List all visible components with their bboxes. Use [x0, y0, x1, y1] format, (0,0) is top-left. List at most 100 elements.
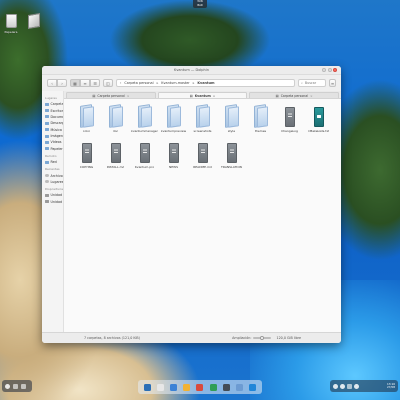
sidebar-item-label: Vídeos	[50, 140, 62, 145]
back-button[interactable]: ‹	[47, 79, 57, 87]
sidebar-section-title: Lugares	[45, 96, 57, 100]
sidebar-item-label: Documentos	[50, 114, 64, 119]
dock-app-icon[interactable]	[235, 383, 243, 391]
sidebar-item-label: Unidad interna de 180...	[50, 199, 64, 204]
clock[interactable]: 13:16 27/08	[387, 382, 395, 389]
titlebar[interactable]: Kvantum — Dolphin	[42, 66, 341, 75]
tab-close-icon[interactable]: ×	[310, 94, 313, 98]
tab-close-icon[interactable]: ×	[127, 94, 130, 98]
breadcrumb-home-icon: ‹	[120, 81, 122, 85]
status-bar: 7 carpetas, 8 archivos (121,0 KiB) Ampli…	[42, 332, 341, 343]
breadcrumb[interactable]: ‹ Carpeta personal ▸ Kvantum-master ▸ Kv…	[116, 79, 295, 87]
folder-icon	[224, 104, 239, 128]
close-button[interactable]	[333, 68, 337, 72]
file-name: screenshots	[193, 129, 212, 133]
minimize-button[interactable]	[322, 68, 326, 72]
file-item[interactable]: Kvantum.pro	[130, 141, 159, 177]
clipboard-icon[interactable]	[347, 383, 352, 389]
text-file-icon	[226, 143, 237, 163]
folder-icon	[79, 104, 94, 128]
folder-item[interactable]: themes	[246, 104, 275, 141]
file-item[interactable]: COPYING	[72, 141, 101, 177]
drive-icon	[45, 193, 49, 197]
sidebar-section-title: Dispositivos	[45, 187, 64, 192]
zoom-slider-knob[interactable]	[259, 335, 264, 340]
text-file-icon	[110, 143, 121, 163]
breadcrumb-item[interactable]: Kvantum	[197, 81, 214, 85]
maximize-button[interactable]	[327, 68, 332, 72]
folder-icon	[166, 104, 181, 128]
notifications-icon[interactable]	[354, 383, 359, 389]
window-controls	[322, 68, 337, 72]
folder-icon	[137, 104, 152, 128]
dock-app-icon[interactable]	[170, 383, 178, 391]
file-name: TRANSLATION	[221, 165, 242, 169]
folder-item[interactable]: color	[72, 104, 101, 141]
details-view-button[interactable]: ☰	[90, 79, 100, 87]
package-icon	[28, 12, 40, 30]
dock-app-icon[interactable]	[209, 383, 217, 391]
dock-app-icon[interactable]	[144, 383, 152, 391]
file-name: README.md	[193, 165, 212, 169]
tab-folder-icon: ▤	[189, 93, 193, 98]
zoom-slider[interactable]	[253, 335, 272, 340]
app-launcher-icon[interactable]	[5, 383, 10, 389]
dock-app-icon[interactable]	[248, 383, 256, 391]
folder-item[interactable]: style	[217, 104, 246, 141]
tab[interactable]: ▤ Carpeta personal ×	[66, 92, 156, 98]
dock-app-icon[interactable]	[183, 383, 191, 391]
sidebar-item-label: Red	[50, 160, 57, 165]
window-title: Kvantum — Dolphin	[174, 68, 209, 72]
task-switcher-icon[interactable]	[21, 383, 26, 389]
sidebar-item-label: Archivos recientes	[50, 173, 64, 178]
file-item[interactable]: NEWS	[159, 141, 188, 177]
folder-item[interactable]: screenshots	[188, 104, 217, 141]
icons-view-button[interactable]: ▦	[70, 79, 80, 87]
sidebar-item[interactable]: Unidad interna de 180...	[42, 199, 63, 205]
text-file-icon	[139, 143, 150, 163]
dock-app-icon[interactable]	[157, 383, 165, 391]
search-input[interactable]: ⌕ Buscar	[298, 79, 326, 87]
desktop-package-icon[interactable]	[28, 12, 40, 30]
clock-icon	[45, 180, 49, 184]
left-panel	[2, 380, 32, 392]
dock-app-icon[interactable]	[222, 383, 230, 391]
breadcrumb-item[interactable]: Carpeta personal	[124, 81, 153, 85]
forward-button[interactable]: ›	[57, 79, 67, 87]
folder-item[interactable]: kvantumpreview	[159, 104, 188, 141]
tab[interactable]: ▤ Kvantum ×	[157, 92, 248, 98]
dock	[138, 380, 262, 394]
folder-icon	[45, 134, 49, 138]
folder-item[interactable]: doc	[101, 104, 130, 141]
file-item[interactable]: ChangeLog	[275, 105, 304, 141]
breadcrumb-item[interactable]: Kvantum-master	[161, 81, 189, 85]
hamburger-menu-button[interactable]: ≡	[329, 79, 336, 87]
desktop-pager-icon[interactable]	[13, 383, 18, 389]
sidebar-item-label: Escritorio	[50, 108, 64, 113]
zoom-label: Ampliación:	[232, 336, 252, 340]
folder-item[interactable]: kvantummanager	[130, 104, 159, 141]
file-item[interactable]: README.md	[188, 141, 217, 177]
folder-icon	[195, 104, 210, 128]
folder-icon	[45, 128, 49, 132]
tab[interactable]: ▤ Carpeta personal ×	[249, 92, 340, 98]
volume-icon[interactable]	[340, 383, 345, 389]
network-icon[interactable]	[333, 383, 338, 389]
dock-app-icon[interactable]	[196, 383, 204, 391]
desktop-trash-icon[interactable]: Papelera	[4, 14, 18, 34]
file-name: kvantumpreview	[160, 129, 187, 133]
file-item[interactable]: INSTALL.md	[101, 141, 130, 177]
clock-icon	[45, 174, 49, 178]
file-item[interactable]: CMakeLists.txt	[304, 105, 333, 141]
tab-close-icon[interactable]: ×	[213, 94, 216, 98]
split-view-button[interactable]: ◫	[103, 79, 113, 87]
drive-icon	[45, 200, 49, 204]
file-name: ChangeLog	[281, 129, 298, 133]
top-panel-notch[interactable]: WIN BAR	[193, 0, 207, 8]
file-item[interactable]: TRANSLATION	[217, 141, 246, 177]
file-name: themes	[254, 129, 267, 133]
compact-view-button[interactable]: ≡	[80, 79, 90, 87]
folder-icon	[45, 121, 49, 125]
tab-label: Carpeta personal	[280, 93, 309, 98]
system-tray: 13:16 27/08	[330, 380, 398, 392]
